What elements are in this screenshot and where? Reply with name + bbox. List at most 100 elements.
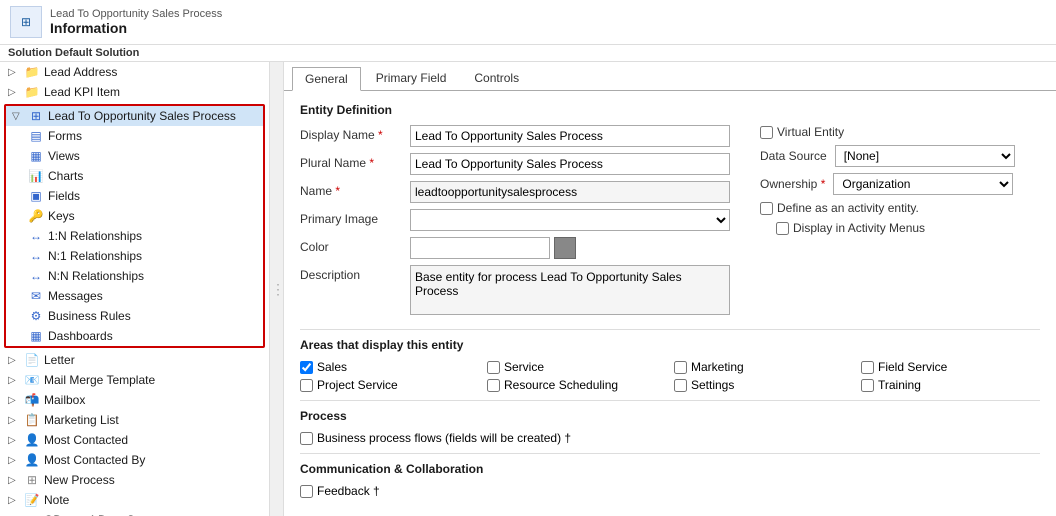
header: ⊞ Lead To Opportunity Sales Process Info… bbox=[0, 0, 1056, 45]
display-name-label: Display Name * bbox=[300, 125, 410, 142]
header-icon: ⊞ bbox=[10, 6, 42, 38]
main-layout: ▷ 📁 Lead Address ▷ 📁 Lead KPI Item ▽ ⊞ L… bbox=[0, 62, 1056, 516]
sidebar-item-lead-address[interactable]: ▷ 📁 Lead Address bbox=[0, 62, 269, 82]
tabs-bar: General Primary Field Controls bbox=[284, 62, 1056, 91]
expand-icon: ▷ bbox=[8, 475, 20, 486]
sidebar-item-label: Lead Address bbox=[44, 65, 117, 79]
sidebar-item-note[interactable]: ▷ 📝 Note bbox=[0, 490, 269, 510]
sidebar-resize-handle[interactable]: ⋮ bbox=[270, 62, 284, 516]
tab-general[interactable]: General bbox=[292, 67, 361, 91]
description-input[interactable]: Base entity for process Lead To Opportun… bbox=[410, 265, 730, 315]
highlight-group: ▽ ⊞ Lead To Opportunity Sales Process ▤ … bbox=[4, 104, 265, 348]
sidebar-item-lead-to-opp[interactable]: ▽ ⊞ Lead To Opportunity Sales Process bbox=[6, 106, 263, 126]
define-activity-label: Define as an activity entity. bbox=[760, 201, 919, 215]
key-icon: 🔑 bbox=[28, 208, 44, 224]
plural-name-input[interactable] bbox=[410, 153, 730, 175]
sidebar-item-views[interactable]: ▦ Views bbox=[6, 146, 263, 166]
sidebar-item-mail-merge[interactable]: ▷ 📧 Mail Merge Template bbox=[0, 370, 269, 390]
sidebar-item-letter[interactable]: ▷ 📄 Letter bbox=[0, 350, 269, 370]
ownership-select[interactable]: Organization bbox=[833, 173, 1013, 195]
area-settings-checkbox[interactable] bbox=[674, 379, 687, 392]
sidebar-item-label: Note bbox=[44, 493, 69, 507]
header-breadcrumb: Lead To Opportunity Sales Process bbox=[50, 8, 222, 20]
sidebar-item-label: 1:N Relationships bbox=[48, 229, 142, 243]
tab-primary-field[interactable]: Primary Field bbox=[363, 66, 460, 90]
note-icon: 📝 bbox=[24, 492, 40, 508]
process-icon: ⊞ bbox=[24, 472, 40, 488]
sidebar-item-label: Most Contacted bbox=[44, 433, 128, 447]
solution-label: Solution Default Solution bbox=[0, 45, 1056, 62]
sidebar-item-dashboards[interactable]: ▦ Dashboards bbox=[6, 326, 263, 346]
color-box[interactable] bbox=[410, 237, 550, 259]
section-areas: Areas that display this entity bbox=[300, 338, 1040, 352]
expand-icon: ▷ bbox=[8, 455, 20, 466]
area-training-checkbox[interactable] bbox=[861, 379, 874, 392]
sidebar-item-n1-rel[interactable]: ↔ N:1 Relationships bbox=[6, 246, 263, 266]
form-icon: ▤ bbox=[28, 128, 44, 144]
area-field-service-checkbox[interactable] bbox=[861, 361, 874, 374]
description-label: Description bbox=[300, 265, 410, 282]
sidebar-item-new-process[interactable]: ▷ ⊞ New Process bbox=[0, 470, 269, 490]
sidebar-item-label: Charts bbox=[48, 169, 83, 183]
define-activity-checkbox[interactable] bbox=[760, 202, 773, 215]
sidebar-item-lead-kpi[interactable]: ▷ 📁 Lead KPI Item bbox=[0, 82, 269, 102]
sidebar-item-fields[interactable]: ▣ Fields bbox=[6, 186, 263, 206]
sidebar-item-most-contacted[interactable]: ▷ 👤 Most Contacted bbox=[0, 430, 269, 450]
sidebar-item-business-rules[interactable]: ⚙ Business Rules bbox=[6, 306, 263, 326]
feedback-checkbox[interactable] bbox=[300, 485, 313, 498]
sidebar-item-nn-rel[interactable]: ↔ N:N Relationships bbox=[6, 266, 263, 286]
sidebar-item-most-contacted-by[interactable]: ▷ 👤 Most Contacted By bbox=[0, 450, 269, 470]
display-activity-label: Display in Activity Menus bbox=[776, 221, 925, 235]
expand-icon: ▷ bbox=[8, 395, 20, 406]
right-row-define-activity: Define as an activity entity. bbox=[760, 201, 1040, 215]
color-picker-button[interactable] bbox=[554, 237, 576, 259]
message-icon: ✉ bbox=[28, 288, 44, 304]
sidebar-item-marketing-list[interactable]: ▷ 📋 Marketing List bbox=[0, 410, 269, 430]
display-name-input-wrapper bbox=[410, 125, 730, 147]
sidebar-item-label: Mailbox bbox=[44, 393, 85, 407]
primary-image-select[interactable] bbox=[410, 209, 730, 231]
area-marketing-checkbox[interactable] bbox=[674, 361, 687, 374]
display-activity-checkbox[interactable] bbox=[776, 222, 789, 235]
area-service-checkbox[interactable] bbox=[487, 361, 500, 374]
sidebar-item-label: N:1 Relationships bbox=[48, 249, 142, 263]
virtual-entity-checkbox[interactable] bbox=[760, 126, 773, 139]
form-right: Virtual Entity Data Source [None] Owners… bbox=[760, 125, 1040, 321]
virtual-entity-label: Virtual Entity bbox=[760, 125, 844, 139]
sidebar-item-label: Messages bbox=[48, 289, 103, 303]
sidebar-item-odata[interactable]: ▷ ⊞ OData v4 Data Source bbox=[0, 510, 269, 516]
field-icon: ▣ bbox=[28, 188, 44, 204]
color-row bbox=[410, 237, 576, 259]
sidebar-item-mailbox[interactable]: ▷ 📬 Mailbox bbox=[0, 390, 269, 410]
rel-icon: ↔ bbox=[28, 268, 44, 284]
section-collab: Communication & Collaboration bbox=[300, 462, 1040, 476]
tab-controls[interactable]: Controls bbox=[461, 66, 532, 90]
display-name-input[interactable] bbox=[410, 125, 730, 147]
divider-process bbox=[300, 400, 1040, 401]
content-area: General Primary Field Controls Entity De… bbox=[284, 62, 1056, 516]
entity-icon: ⊞ bbox=[28, 108, 44, 124]
area-marketing: Marketing bbox=[674, 360, 853, 374]
name-label: Name * bbox=[300, 181, 410, 198]
entity-icon: ⊞ bbox=[21, 15, 31, 29]
sidebar-item-label: Mail Merge Template bbox=[44, 373, 155, 387]
required-star: * bbox=[335, 184, 340, 198]
sidebar-item-label: Lead To Opportunity Sales Process bbox=[48, 109, 236, 123]
view-icon: ▦ bbox=[28, 148, 44, 164]
area-project-service-checkbox[interactable] bbox=[300, 379, 313, 392]
bpf-checkbox[interactable] bbox=[300, 432, 313, 445]
sidebar-item-messages[interactable]: ✉ Messages bbox=[6, 286, 263, 306]
sidebar-item-1n-rel[interactable]: ↔ 1:N Relationships bbox=[6, 226, 263, 246]
data-source-select[interactable]: [None] bbox=[835, 145, 1015, 167]
area-resource-scheduling-checkbox[interactable] bbox=[487, 379, 500, 392]
sidebar-item-charts[interactable]: 📊 Charts bbox=[6, 166, 263, 186]
sidebar-item-keys[interactable]: 🔑 Keys bbox=[6, 206, 263, 226]
area-sales-checkbox[interactable] bbox=[300, 361, 313, 374]
sidebar-item-label: Business Rules bbox=[48, 309, 131, 323]
area-settings: Settings bbox=[674, 378, 853, 392]
expand-icon: ▷ bbox=[8, 355, 20, 366]
name-input[interactable] bbox=[410, 181, 730, 203]
sidebar-item-forms[interactable]: ▤ Forms bbox=[6, 126, 263, 146]
rel-icon: ↔ bbox=[28, 248, 44, 264]
folder-icon: 📁 bbox=[24, 64, 40, 80]
